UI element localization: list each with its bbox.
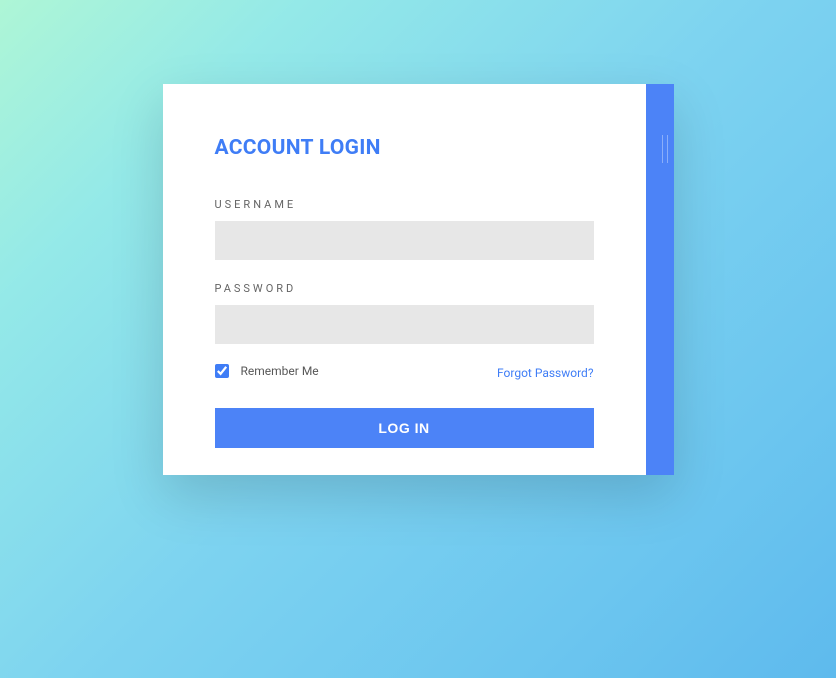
username-label: USERNAME xyxy=(215,198,594,211)
username-input[interactable] xyxy=(215,221,594,260)
options-row: Remember Me Forgot Password? xyxy=(215,362,594,380)
remember-me-checkbox[interactable] xyxy=(215,364,229,378)
password-input[interactable] xyxy=(215,305,594,344)
login-card: ACCOUNT LOGIN USERNAME PASSWORD Remember… xyxy=(163,84,674,475)
login-form: ACCOUNT LOGIN USERNAME PASSWORD Remember… xyxy=(163,84,646,475)
password-label: PASSWORD xyxy=(215,282,594,295)
remember-me-label: Remember Me xyxy=(241,364,319,378)
forgot-password-link[interactable]: Forgot Password? xyxy=(497,366,593,380)
login-button[interactable]: LOG IN xyxy=(215,408,594,448)
page-title: ACCOUNT LOGIN xyxy=(215,136,594,160)
remember-me-wrap[interactable]: Remember Me xyxy=(215,364,319,378)
side-accent-strip xyxy=(646,84,674,475)
